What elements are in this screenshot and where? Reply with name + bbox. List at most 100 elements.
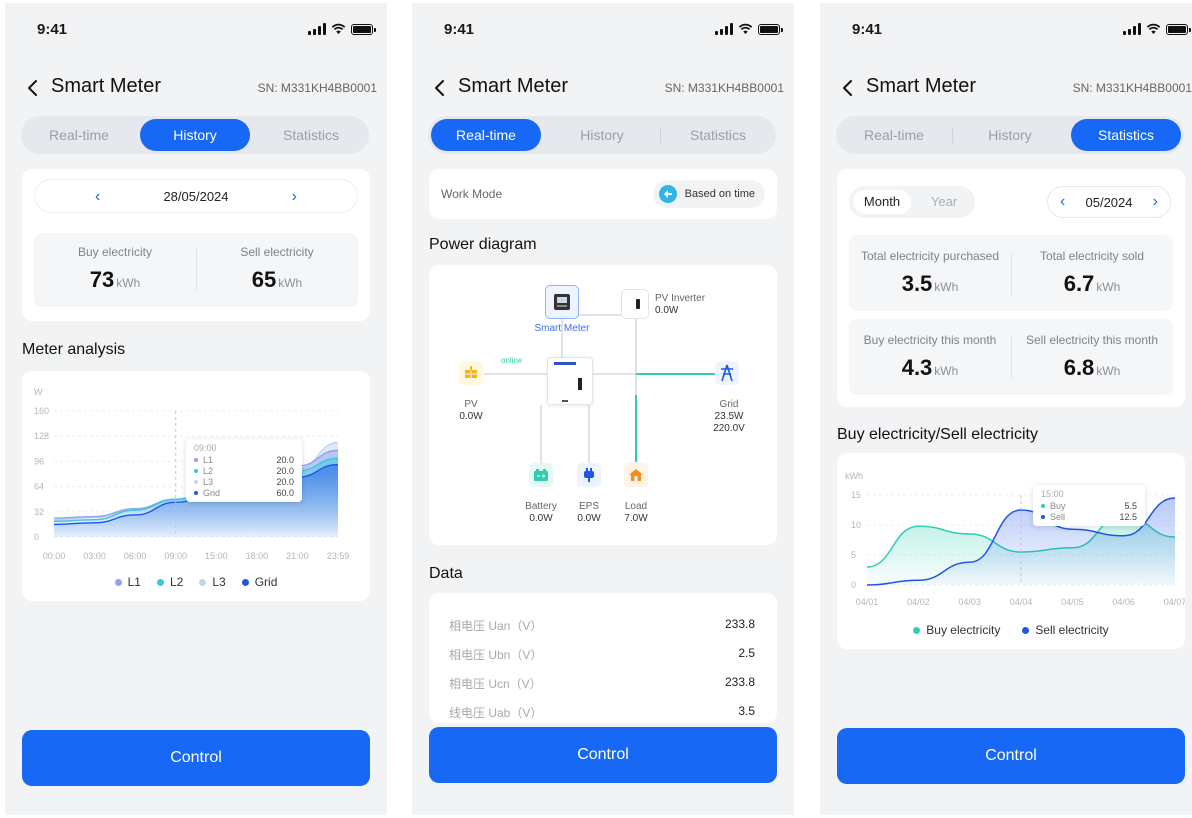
battery-value: 0.0W (529, 513, 553, 524)
tooltip-name: L1 (203, 454, 214, 465)
tab-statistics[interactable]: Statistics (256, 119, 366, 151)
period-year[interactable]: Year (919, 190, 969, 214)
total-purchased-label: Total electricity purchased (860, 249, 1000, 263)
eps-value: 0.0W (577, 513, 601, 524)
battery-device-icon[interactable] (529, 463, 553, 487)
pv-value: 0.0W (459, 411, 483, 422)
tooltip-name: Buy (1050, 500, 1066, 511)
realtime-screen: 9:41 Smart Meter SN: M331KH4BB0001 Real-… (412, 3, 794, 815)
data-row: 相电压 Uan（V） 233.8 (449, 617, 755, 633)
battery-icon (351, 24, 376, 35)
sell-label: Sell electricity (240, 245, 314, 259)
battery-label: Battery 0.0W (517, 501, 565, 525)
x-tick-label: 04/03 (958, 597, 981, 607)
buy-label: Buy electricity (77, 245, 153, 259)
page-title: Smart Meter (866, 75, 977, 97)
tab-realtime[interactable]: Real-time (839, 119, 949, 151)
work-mode-selector[interactable]: Based on time (652, 180, 765, 208)
inverter-device[interactable] (547, 357, 593, 405)
wifi-icon (1146, 23, 1161, 35)
tab-history[interactable]: History (547, 119, 657, 151)
status-time: 9:41 (37, 21, 68, 38)
chart-tooltip: 15:00 Buy 5.5 Sell 12.5 (1033, 485, 1145, 526)
power-diagram-card: Smart Meter PV Inverter 0.0W online PV 0.0… (429, 265, 777, 545)
signal-icon (1123, 23, 1141, 35)
chart-legend: L1 L2 L3 Grid (22, 575, 370, 589)
work-mode-value: Based on time (684, 188, 755, 200)
total-stats: Total electricity purchased 3.5 kWh Total… (849, 235, 1173, 311)
y-tick-label: 0 (851, 580, 856, 590)
legend-item: Sell electricity (1022, 623, 1109, 637)
online-label: online (501, 356, 523, 365)
tab-history[interactable]: History (952, 119, 1065, 151)
pv-label: PV 0.0W (449, 399, 493, 423)
eps-label: EPS 0.0W (569, 501, 609, 525)
tooltip-value: 5.5 (1124, 500, 1137, 511)
tooltip-value: 12.5 (1119, 511, 1137, 522)
tooltip-name: L3 (203, 476, 214, 487)
tab-bar: Real-time History Statistics (428, 116, 776, 154)
control-button[interactable]: Control (22, 730, 370, 786)
time-mode-icon (658, 185, 677, 203)
control-button[interactable]: Control (429, 727, 777, 783)
page-title: Smart Meter (51, 75, 162, 97)
sell-unit: kWh (278, 276, 303, 290)
power-diagram-title: Power diagram (429, 236, 537, 253)
total-purchased-stat: Total electricity purchased 3.5 kWh (853, 249, 1007, 297)
tab-realtime[interactable]: Real-time (431, 119, 541, 151)
pv-inverter-label: PV Inverter 0.0W (655, 293, 706, 316)
tooltip-time: 09:00 (194, 443, 217, 453)
y-tick-label: 64 (34, 482, 44, 492)
work-mode-card: Work Mode Based on time (429, 169, 777, 219)
back-icon[interactable] (838, 76, 858, 100)
x-tick-label: 04/04 (1010, 597, 1033, 607)
x-tick-label: 04/07 (1164, 597, 1185, 607)
x-tick-label: 18:00 (246, 551, 269, 561)
tab-history[interactable]: History (140, 119, 250, 151)
next-date-icon[interactable]: › (292, 188, 297, 206)
grid-icon[interactable] (715, 361, 739, 385)
status-bar: 9:41 (412, 3, 794, 43)
tooltip-time: 15:00 (1041, 489, 1064, 499)
x-tick-label: 06:00 (124, 551, 147, 561)
signal-icon (715, 23, 733, 35)
x-tick-label: 23:59 (327, 551, 350, 561)
tooltip-name: Grid (203, 487, 221, 498)
tab-realtime[interactable]: Real-time (24, 119, 134, 151)
data-row: 相电压 Ucn（V） 233.8 (449, 675, 755, 691)
x-tick-label: 04/01 (856, 597, 879, 607)
buy-sell-chart: kWh 15 10 5 004/01 04/02 04/03 04/04 04/05 04/06 0… (845, 471, 1185, 607)
total-sold-stat: Total electricity sold 6.7 kWh (1015, 249, 1169, 297)
back-icon[interactable] (430, 76, 450, 100)
pv-icon[interactable] (459, 361, 483, 385)
month-buy-label: Buy electricity this month (863, 333, 997, 347)
period-month[interactable]: Month (853, 190, 911, 214)
current-date: 28/05/2024 (163, 189, 229, 204)
tooltip-name: L2 (203, 465, 214, 476)
date-picker[interactable]: ‹ 28/05/2024 › (34, 179, 358, 213)
data-row: 线电压 Uab（V） 3.5 (449, 704, 755, 720)
buy-value: 73 (89, 267, 115, 292)
legend-item: L1 (114, 575, 141, 589)
pv-inverter-icon[interactable] (621, 289, 649, 319)
back-icon[interactable] (23, 76, 43, 100)
x-tick-label: 15:00 (205, 551, 228, 561)
y-tick-label: 15 (851, 490, 861, 500)
y-tick-label: 96 (34, 456, 44, 466)
sell-stat: Sell electricity 65 kWh (212, 245, 342, 293)
status-time: 9:41 (852, 21, 883, 38)
eps-plug-icon[interactable] (577, 463, 601, 487)
work-mode-label: Work Mode (441, 187, 503, 201)
control-button[interactable]: Control (837, 728, 1185, 784)
tab-bar: Real-time History Statistics (836, 116, 1184, 154)
total-purchased-value: 3.5 (901, 271, 933, 296)
month-picker[interactable]: ‹ 05/2024 › (1047, 186, 1171, 218)
smart-meter-icon[interactable] (545, 285, 579, 319)
smart-meter-label: Smart Meter (534, 323, 590, 334)
load-home-icon[interactable] (624, 463, 648, 487)
tab-statistics[interactable]: Statistics (1071, 119, 1181, 151)
tab-statistics[interactable]: Statistics (660, 119, 773, 151)
page-header: Smart Meter SN: M331KH4BB0001 (820, 73, 1192, 103)
total-sold-label: Total electricity sold (1039, 249, 1145, 263)
next-month-icon[interactable]: › (1153, 193, 1158, 211)
